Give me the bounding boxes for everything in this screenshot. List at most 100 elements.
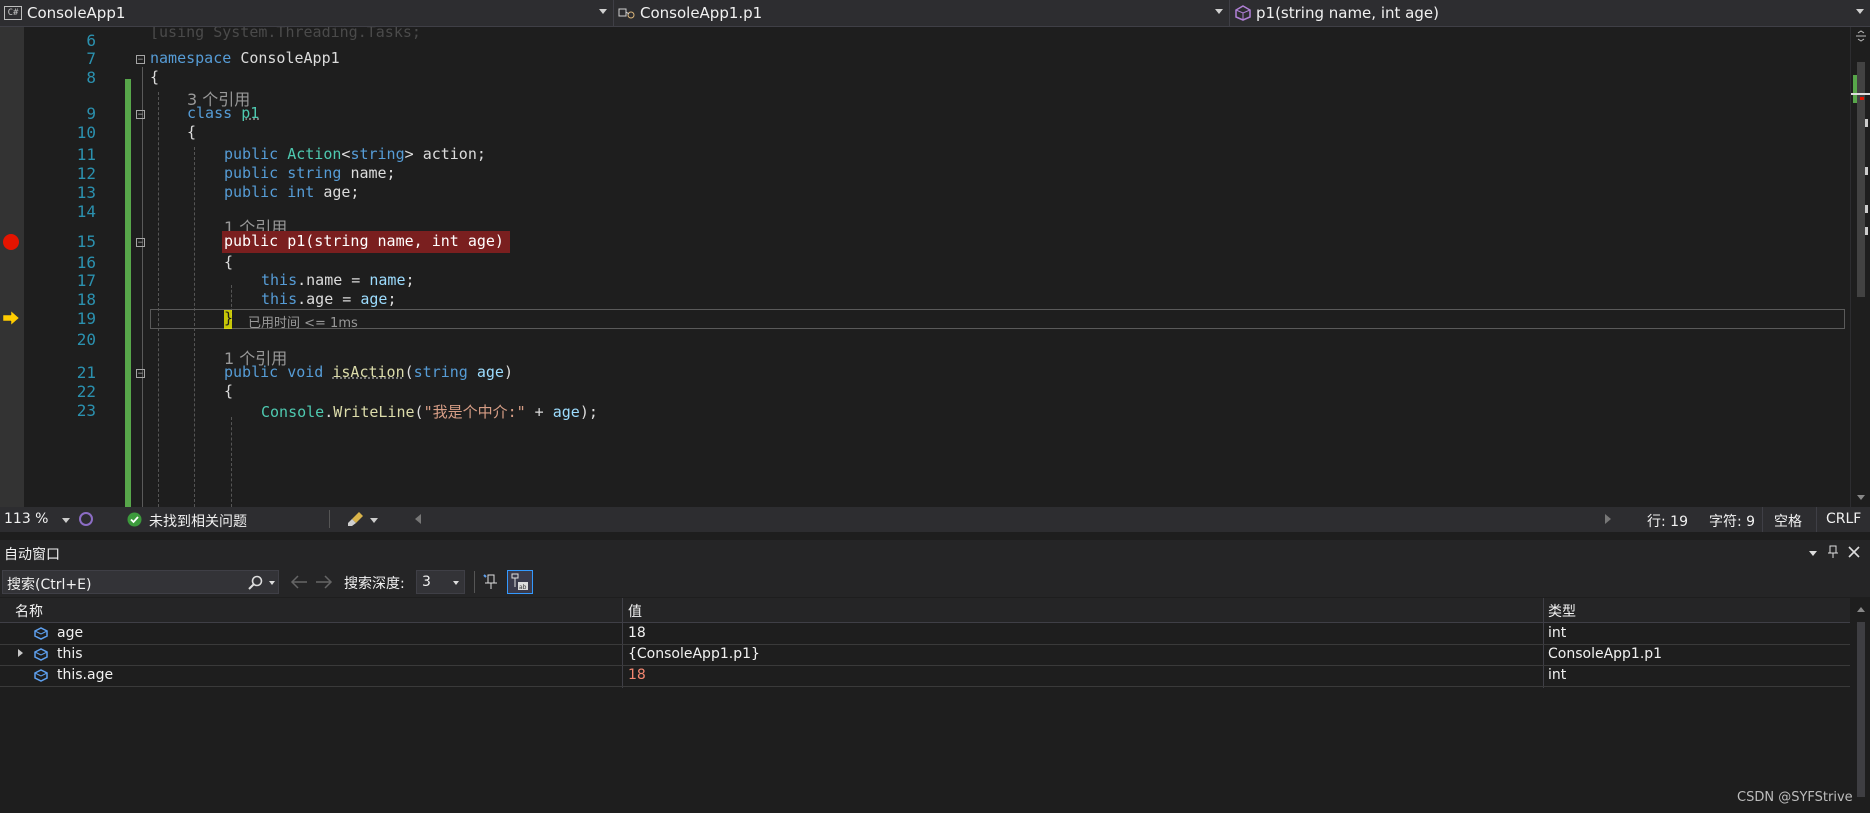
expand-icon[interactable]	[18, 649, 23, 657]
editor-vertical-scrollbar[interactable]	[1850, 27, 1870, 507]
autos-window-titlebar: 自动窗口	[0, 540, 1870, 567]
search-depth-select[interactable]: 3	[416, 570, 465, 594]
chevron-down-icon	[1856, 9, 1864, 14]
brace: }	[224, 309, 234, 327]
punct: +	[525, 403, 553, 421]
table-row[interactable]: age 18 int	[0, 623, 1850, 645]
hex-display-toggle[interactable]: ab	[507, 570, 533, 594]
caret-marker	[1851, 93, 1870, 95]
search-icon[interactable]	[247, 575, 263, 591]
collapse-icon[interactable]: −	[136, 110, 145, 120]
row-value-changed[interactable]: 18	[628, 667, 646, 683]
scrollbar-thumb[interactable]	[1857, 622, 1865, 797]
punct: >	[404, 145, 414, 163]
local-variable-icon	[34, 627, 48, 640]
grid-vertical-scrollbar[interactable]	[1852, 598, 1870, 813]
perf-tip[interactable]: 已用时间 <= 1ms	[248, 312, 358, 331]
line-number: 22	[76, 382, 96, 401]
brace: {	[150, 68, 160, 86]
parameter: age	[476, 363, 504, 381]
row-type: int	[1548, 667, 1567, 683]
code-cleanup-brush-icon[interactable]	[347, 511, 365, 527]
identifier: name;	[350, 164, 396, 182]
divider	[474, 571, 475, 593]
scroll-left-icon[interactable]	[415, 514, 421, 524]
member-dropdown-label: p1(string name, int age)	[1256, 4, 1439, 22]
whitespace-mode[interactable]: 空格	[1774, 511, 1802, 531]
parameter: name	[369, 271, 406, 289]
chevron-down-icon	[599, 9, 607, 14]
line-ending[interactable]: CRLF	[1826, 511, 1861, 527]
char-position[interactable]: 字符: 9	[1709, 511, 1755, 531]
forward-arrow-icon[interactable]	[315, 575, 333, 589]
method-icon	[1235, 5, 1251, 21]
keyword: public	[224, 183, 279, 201]
chevron-down-icon[interactable]	[62, 518, 70, 523]
divider	[329, 510, 330, 528]
keyword: class	[187, 104, 233, 122]
chevron-down-icon	[1215, 9, 1223, 14]
line-number: 23	[76, 401, 96, 420]
line-number: 10	[76, 123, 96, 142]
code-line: 15 − public p1(string name, int age)	[0, 231, 1850, 254]
back-arrow-icon[interactable]	[290, 575, 308, 589]
row-value[interactable]: {ConsoleApp1.p1}	[628, 646, 760, 662]
search-input[interactable]: 搜索(Ctrl+E)	[2, 570, 279, 594]
indent-guide	[231, 417, 232, 507]
close-icon[interactable]	[1848, 546, 1860, 558]
keyword: public	[224, 164, 279, 182]
punct: ;	[387, 290, 397, 308]
line-number: 19	[76, 309, 96, 328]
column-header-value[interactable]: 值	[628, 601, 642, 621]
split-icon[interactable]	[1855, 30, 1867, 42]
project-dropdown[interactable]: C# ConsoleApp1	[0, 0, 614, 26]
collapse-icon[interactable]: −	[136, 369, 145, 379]
type-dropdown[interactable]: ConsoleApp1.p1	[614, 0, 1230, 26]
keyword: string	[413, 363, 468, 381]
type-dropdown-label: ConsoleApp1.p1	[640, 4, 763, 22]
identifier: .age =	[297, 290, 361, 308]
method-name: WriteLine	[333, 403, 415, 421]
scroll-down-icon[interactable]	[1856, 494, 1866, 502]
chevron-down-icon[interactable]	[269, 581, 275, 585]
scroll-right-icon[interactable]	[1605, 514, 1611, 524]
scroll-up-icon[interactable]	[1856, 605, 1866, 613]
keyword: string	[287, 164, 342, 182]
table-row[interactable]: this {ConsoleApp1.p1} ConsoleApp1.p1	[0, 644, 1850, 666]
collapse-icon[interactable]: −	[136, 238, 145, 248]
keyword: void	[287, 363, 324, 381]
current-statement-arrow-icon[interactable]	[2, 311, 20, 325]
line-number: 18	[76, 290, 96, 309]
line-number: 9	[86, 104, 96, 123]
collapse-icon[interactable]: −	[136, 55, 145, 65]
window-menu-icon[interactable]	[1809, 551, 1817, 556]
column-header-type[interactable]: 类型	[1548, 601, 1576, 621]
local-variable-icon	[34, 648, 48, 661]
breakpoint-icon[interactable]	[3, 234, 19, 250]
chevron-down-icon[interactable]	[370, 518, 378, 523]
autos-grid[interactable]: 名称 值 类型 age 18 int this {ConsoleApp1.p1}…	[0, 598, 1870, 813]
line-number: 16	[76, 253, 96, 272]
issues-status[interactable]: 未找到相关问题	[149, 511, 247, 531]
brace: {	[224, 253, 234, 271]
table-row[interactable]: this.age 18 int	[0, 665, 1850, 687]
column-header-name[interactable]: 名称	[15, 601, 43, 621]
intellicode-icon[interactable]	[78, 511, 94, 527]
editor-status-bar: 113 % 未找到相关问题 行: 19 字符: 9 空格 CRLF	[0, 507, 1870, 532]
punct: .	[324, 403, 334, 421]
row-value[interactable]: 18	[628, 625, 646, 641]
line-number: 8	[86, 68, 96, 87]
keyword: string	[350, 145, 405, 163]
zoom-level[interactable]: 113 %	[4, 511, 48, 527]
pin-to-source-icon[interactable]	[482, 573, 500, 591]
code-editor[interactable]: [using System.Threading.Tasks; 6 7 − nam…	[0, 27, 1850, 507]
member-dropdown[interactable]: p1(string name, int age)	[1230, 0, 1870, 26]
punct: );	[579, 403, 598, 421]
breakpoint-marker	[1860, 97, 1864, 100]
row-type: ConsoleApp1.p1	[1548, 646, 1663, 662]
constructor-signature: public p1(string name, int age)	[224, 232, 504, 250]
pin-icon[interactable]	[1827, 545, 1839, 559]
autos-toolbar: 搜索(Ctrl+E) 搜索深度: 3 ab	[0, 567, 1870, 597]
row-name: age	[57, 625, 84, 641]
line-position[interactable]: 行: 19	[1647, 511, 1688, 531]
